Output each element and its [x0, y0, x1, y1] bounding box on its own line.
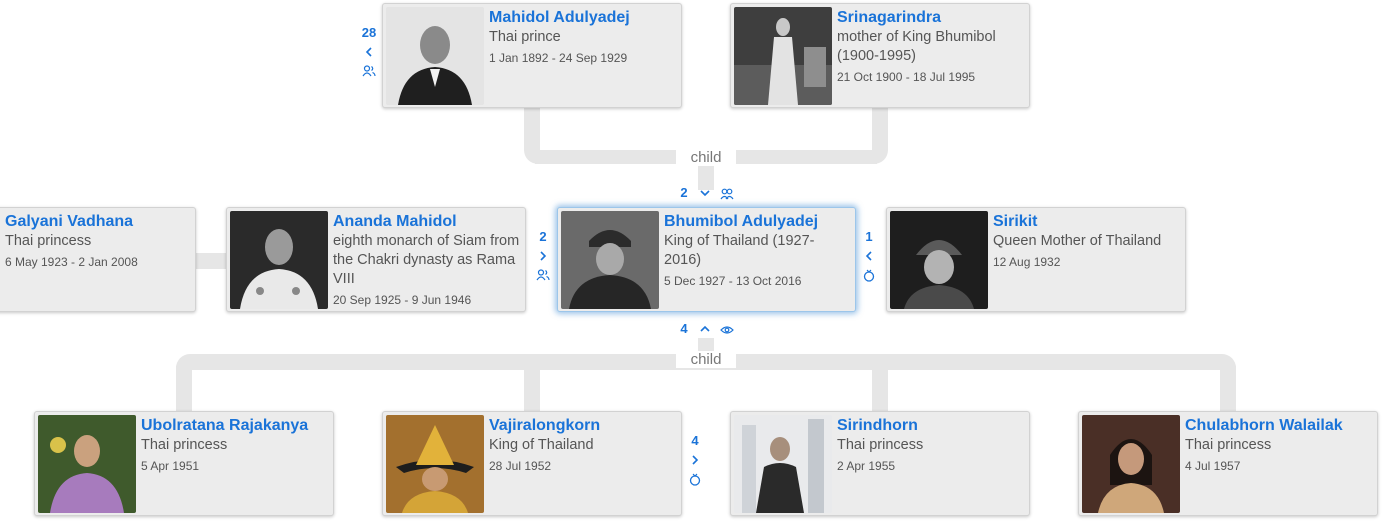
person-dates: 5 Dec 1927 - 13 Oct 2016 [664, 274, 802, 288]
expand-right-button[interactable] [689, 454, 701, 466]
person-card-chulabhorn[interactable]: Chulabhorn Walailak Thai princess 4 Jul … [1078, 411, 1378, 516]
person-dates: 28 Jul 1952 [489, 459, 552, 473]
chevron-up-icon [700, 325, 710, 332]
chevron-right-icon [692, 455, 699, 465]
person-name: Ananda Mahidol [333, 213, 457, 230]
portrait-photo [734, 415, 832, 513]
person-dates: 5 Apr 1951 [141, 459, 200, 473]
person-dates: 6 May 1923 - 2 Jan 2008 [5, 255, 138, 269]
person-name: Ubolratana Rajakanya [141, 417, 309, 434]
person-description: Queen Mother of Thailand [993, 233, 1162, 249]
ananda-siblings-control: 2 [530, 229, 556, 282]
person-card-ubolratana[interactable]: Ubolratana Rajakanya Thai princess 5 Apr… [34, 411, 334, 516]
portrait-photo [890, 211, 988, 309]
person-card-srinagarindra[interactable]: Srinagarindra mother of King Bhumibol (1… [730, 3, 1030, 108]
view-children-button[interactable] [720, 323, 734, 337]
person-name: Chulabhorn Walailak [1185, 417, 1343, 434]
portrait-photo [230, 211, 328, 309]
collapse-children-button[interactable] [699, 323, 711, 335]
person-description: King of Thailand (1927-2016) [664, 233, 815, 268]
person-description: King of Thailand [489, 437, 594, 453]
person-card-ananda[interactable]: Ananda Mahidol eighth monarch of Siam fr… [226, 207, 526, 312]
people-icon [720, 188, 734, 200]
portrait-photo [1082, 415, 1180, 513]
ancestors-count: 28 [361, 25, 377, 40]
chevron-down-icon [700, 190, 710, 197]
portrait-photo [386, 7, 484, 105]
person-name: Sirindhorn [837, 417, 918, 434]
person-dates: 20 Sep 1925 - 9 Jun 1946 [333, 293, 472, 307]
chevron-right-icon [540, 251, 547, 261]
person-dates: 1 Jan 1892 - 24 Sep 1929 [489, 51, 628, 65]
person-description: Thai princess [141, 437, 228, 453]
expand-right-button[interactable] [537, 250, 549, 262]
person-name: Mahidol Adulyadej [489, 9, 630, 26]
person-name: Galyani Vadhana [5, 213, 134, 230]
show-parents-button[interactable] [362, 64, 376, 78]
eye-icon [720, 326, 734, 334]
people-icon [362, 65, 376, 77]
person-dates: 12 Aug 1932 [993, 255, 1061, 269]
focus-children-control: 4 [676, 321, 738, 337]
person-dates: 4 Jul 1957 [1185, 459, 1241, 473]
expand-left-button[interactable] [363, 46, 375, 58]
person-name: Srinagarindra [837, 9, 942, 26]
parents-link-label: child [676, 149, 736, 166]
person-description: Thai princess [1185, 437, 1272, 453]
person-description: Thai princess [5, 233, 92, 249]
person-dates: 21 Oct 1900 - 18 Jul 1995 [837, 70, 976, 84]
show-siblings-button[interactable] [536, 268, 550, 282]
person-description: Thai princess [837, 437, 924, 453]
children-count: 4 [680, 321, 688, 336]
person-card-sirindhorn[interactable]: Sirindhorn Thai princess 2 Apr 1955 [730, 411, 1030, 516]
portrait-photo [38, 415, 136, 513]
mahidol-ancestors-control: 28 [356, 25, 382, 78]
show-spouses-button[interactable] [688, 472, 702, 486]
person-description: mother of King Bhumibol (1900-1995) [837, 29, 996, 64]
collapse-parents-button[interactable] [699, 187, 711, 199]
portrait-photo [386, 415, 484, 513]
siblings-count: 2 [539, 229, 547, 244]
person-card-galyani[interactable]: Galyani Vadhana Thai princess 6 May 1923… [0, 207, 196, 312]
spouses-count: 4 [691, 433, 699, 448]
ring-icon [689, 473, 701, 486]
chevron-left-icon [865, 251, 872, 261]
chevron-left-icon [365, 47, 372, 57]
person-card-mahidol[interactable]: Mahidol Adulyadej Thai prince 1 Jan 1892… [382, 3, 682, 108]
person-card-vajiralongkorn[interactable]: Vajiralongkorn King of Thailand 28 Jul 1… [382, 411, 682, 516]
spouses-count: 1 [865, 229, 873, 244]
vajiralongkorn-spouses-control: 4 [682, 433, 708, 486]
portrait-photo [734, 7, 832, 105]
portrait-photo [561, 211, 659, 309]
expand-left-button[interactable] [863, 250, 875, 262]
person-card-bhumibol-focused[interactable]: Bhumibol Adulyadej King of Thailand (192… [557, 207, 856, 312]
person-name: Vajiralongkorn [489, 417, 601, 434]
person-dates: 2 Apr 1955 [837, 459, 896, 473]
sirikit-spouse-control: 1 [856, 229, 882, 282]
ring-icon [863, 269, 875, 282]
person-description: eighth monarch of Siam from the Chakri d… [333, 233, 520, 287]
people-icon [536, 269, 550, 281]
focus-parents-control: 2 [676, 185, 738, 201]
children-link-label: child [676, 351, 736, 368]
show-parents-button[interactable] [720, 187, 734, 201]
person-name: Bhumibol Adulyadej [664, 213, 819, 230]
person-card-sirikit[interactable]: Sirikit Queen Mother of Thailand 12 Aug … [886, 207, 1186, 312]
person-name: Sirikit [993, 213, 1038, 230]
show-spouses-button[interactable] [862, 268, 876, 282]
parents-count: 2 [680, 185, 688, 200]
person-description: Thai prince [489, 29, 561, 45]
